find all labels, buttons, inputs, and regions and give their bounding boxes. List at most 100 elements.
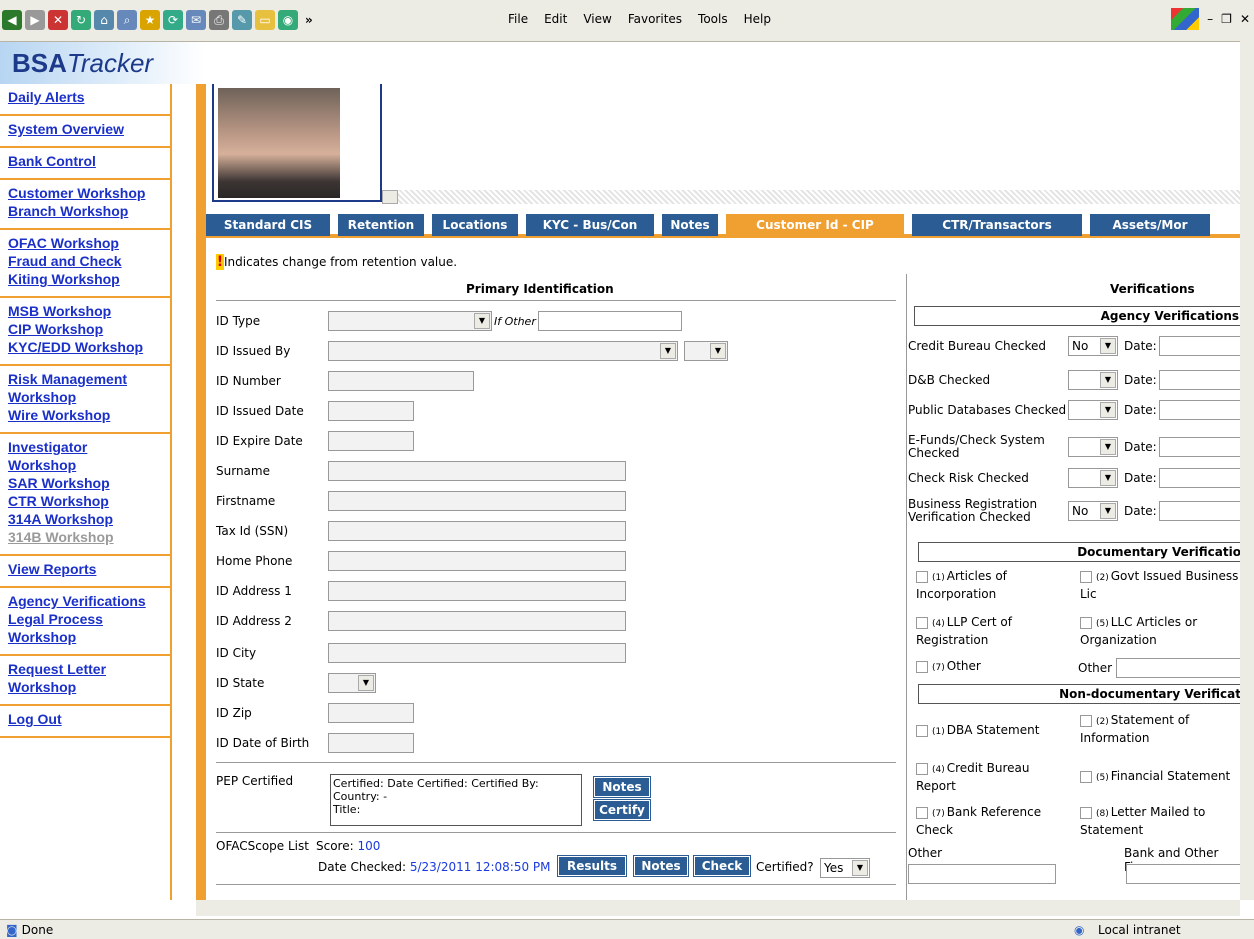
checkbox[interactable] <box>916 724 928 737</box>
agency-date-input[interactable] <box>1158 370 1240 390</box>
checkbox[interactable] <box>916 570 928 583</box>
stop-icon[interactable]: ✕ <box>48 10 68 30</box>
field-input[interactable] <box>328 703 414 723</box>
pep-notes-button[interactable]: Notes <box>593 776 651 798</box>
sidebar-link[interactable]: SAR Workshop <box>8 474 170 492</box>
menu-favorites[interactable]: Favorites <box>628 12 682 26</box>
checkbox[interactable] <box>1080 714 1092 727</box>
field-input[interactable] <box>328 551 626 571</box>
print-icon[interactable]: ⎙ <box>209 10 229 30</box>
forward-icon[interactable]: ▶ <box>25 10 45 30</box>
sidebar-link[interactable]: Agency Verifications <box>8 592 170 610</box>
sidebar-link[interactable]: System Overview <box>8 120 170 138</box>
checkbox[interactable] <box>916 660 928 673</box>
history-icon[interactable]: ⟳ <box>163 10 183 30</box>
mail-icon[interactable]: ✉ <box>186 10 206 30</box>
verification-checkbox-item[interactable]: (5) Financial Statement <box>1080 768 1240 786</box>
checkbox[interactable] <box>916 762 928 775</box>
certified-select[interactable]: Yes ▼ <box>820 858 870 878</box>
restore-button[interactable]: ❐ <box>1221 12 1232 26</box>
sidebar-link[interactable]: Wire Workshop <box>8 406 170 424</box>
field-input[interactable] <box>328 611 626 631</box>
sidebar-link[interactable]: Legal Process <box>8 610 170 628</box>
sidebar-link[interactable]: Fraud and Check <box>8 252 170 270</box>
tab-customer-id-cip[interactable]: Customer Id - CIP <box>726 214 904 236</box>
id-state-select[interactable]: ▼ <box>328 673 376 693</box>
chevron-down-icon[interactable]: ▼ <box>1100 439 1116 455</box>
photo-scrollbar-track[interactable] <box>398 190 1240 204</box>
sidebar-link[interactable]: 314B Workshop <box>8 528 170 546</box>
id-type-select[interactable]: ▼ <box>328 311 492 331</box>
verification-checkbox-item[interactable]: (7) Bank Reference Check <box>916 804 1084 838</box>
menu-edit[interactable]: Edit <box>544 12 567 26</box>
chevron-down-icon[interactable]: ▼ <box>1100 503 1116 519</box>
home-icon[interactable]: ⌂ <box>94 10 114 30</box>
verification-checkbox-item[interactable]: (1) DBA Statement <box>916 722 1084 740</box>
verification-checkbox-item[interactable]: (8) Letter Mailed to Statement <box>1080 804 1240 838</box>
verification-checkbox-item[interactable]: (4) Credit Bureau Report <box>916 760 1084 794</box>
field-input[interactable] <box>328 733 414 753</box>
if-other-input[interactable] <box>537 311 682 331</box>
tab-kyc-bus-con[interactable]: KYC - Bus/Con <box>526 214 654 236</box>
field-input[interactable] <box>328 491 626 511</box>
sidebar-link[interactable]: KYC/EDD Workshop <box>8 338 170 356</box>
field-input[interactable] <box>328 643 626 663</box>
verification-checkbox-item[interactable]: (2) Govt Issued Business Lic <box>1080 568 1240 602</box>
sidebar-link[interactable]: Request Letter <box>8 660 170 678</box>
sidebar-link[interactable]: Workshop <box>8 628 170 646</box>
menu-file[interactable]: File <box>508 12 528 26</box>
agency-check-select[interactable]: ▼ <box>1068 370 1118 390</box>
checkbox[interactable] <box>916 806 928 819</box>
chevron-down-icon[interactable]: ▼ <box>1100 338 1116 354</box>
sidebar-link[interactable]: Bank Control <box>8 152 170 170</box>
chevron-down-icon[interactable]: ▼ <box>1100 470 1116 486</box>
id-issued-by-state-select[interactable]: ▼ <box>684 341 728 361</box>
agency-check-select[interactable]: ▼ <box>1068 437 1118 457</box>
horizontal-scrollbar[interactable] <box>196 900 1240 916</box>
field-input[interactable] <box>328 401 414 421</box>
bank-other-input[interactable] <box>1126 864 1240 884</box>
refresh-icon[interactable]: ↻ <box>71 10 91 30</box>
field-input[interactable] <box>328 521 626 541</box>
chevron-down-icon[interactable]: ▼ <box>660 343 676 359</box>
agency-date-input[interactable] <box>1158 501 1240 521</box>
id-issued-by-select[interactable]: ▼ <box>328 341 678 361</box>
sidebar-link[interactable]: CTR Workshop <box>8 492 170 510</box>
chevron-down-icon[interactable]: ▼ <box>1100 372 1116 388</box>
checkbox[interactable] <box>1080 770 1092 783</box>
tab-locations[interactable]: Locations <box>432 214 518 236</box>
sidebar-link[interactable]: MSB Workshop <box>8 302 170 320</box>
verification-checkbox-item[interactable]: (4) LLP Cert of Registration <box>916 614 1084 648</box>
checkbox[interactable] <box>1080 806 1092 819</box>
sidebar-link[interactable]: CIP Workshop <box>8 320 170 338</box>
verification-checkbox-item[interactable]: (5) LLC Articles or Organization <box>1080 614 1240 648</box>
sidebar-link[interactable]: View Reports <box>8 560 170 578</box>
minimize-button[interactable]: – <box>1207 12 1213 26</box>
agency-date-input[interactable] <box>1158 400 1240 420</box>
menu-view[interactable]: View <box>583 12 611 26</box>
chevron-down-icon[interactable]: ▼ <box>358 675 374 691</box>
agency-check-select[interactable]: No ▼ <box>1068 336 1118 356</box>
chevron-down-icon[interactable]: ▼ <box>474 313 490 329</box>
chevron-down-icon[interactable]: ▼ <box>1100 402 1116 418</box>
folder-icon[interactable]: ▭ <box>255 10 275 30</box>
agency-date-input[interactable] <box>1158 336 1240 356</box>
certify-button[interactable]: Certify <box>593 799 651 821</box>
checkbox[interactable] <box>1080 616 1092 629</box>
field-input[interactable] <box>328 461 626 481</box>
ofac-notes-button[interactable]: Notes <box>633 855 689 877</box>
sidebar-link[interactable]: Daily Alerts <box>8 88 170 106</box>
checkbox[interactable] <box>1080 570 1092 583</box>
favorites-icon[interactable]: ★ <box>140 10 160 30</box>
check-button[interactable]: Check <box>693 855 751 877</box>
sidebar-link[interactable]: Kiting Workshop <box>8 270 170 288</box>
close-button[interactable]: ✕ <box>1240 12 1250 26</box>
agency-check-select[interactable]: No ▼ <box>1068 501 1118 521</box>
agency-check-select[interactable]: ▼ <box>1068 400 1118 420</box>
search-icon[interactable]: ⌕ <box>117 10 137 30</box>
menu-tools[interactable]: Tools <box>698 12 728 26</box>
field-input[interactable] <box>328 371 474 391</box>
sidebar-link[interactable]: Branch Workshop <box>8 202 170 220</box>
results-button[interactable]: Results <box>557 855 627 877</box>
sidebar-link[interactable]: Workshop <box>8 388 170 406</box>
